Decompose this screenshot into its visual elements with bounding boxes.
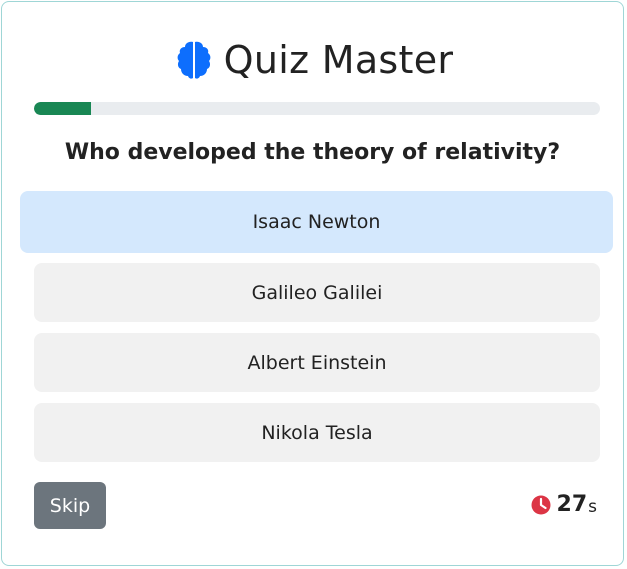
timer: 27 s [531, 492, 597, 517]
answer-label: Galileo Galilei [251, 281, 383, 304]
answer-label: Albert Einstein [247, 351, 387, 374]
clock-icon [531, 495, 551, 514]
answer-option-2[interactable]: Galileo Galilei [34, 263, 600, 322]
app-title: Quiz Master [223, 38, 454, 82]
timer-unit: s [588, 496, 597, 517]
answer-option-1[interactable]: Isaac Newton [20, 191, 613, 253]
progress-fill [34, 102, 91, 115]
quiz-card: Quiz Master Who developed the theory of … [1, 1, 624, 566]
answer-label: Nikola Tesla [261, 421, 373, 444]
question-text: Who developed the theory of relativity? [64, 140, 561, 165]
answer-option-4[interactable]: Nikola Tesla [34, 403, 600, 462]
answer-label: Isaac Newton [252, 211, 381, 233]
timer-value: 27 [556, 492, 588, 517]
brain-icon [177, 41, 211, 79]
skip-button[interactable]: Skip [34, 482, 106, 529]
answer-option-3[interactable]: Albert Einstein [34, 333, 600, 392]
quiz-header: Quiz Master [2, 32, 623, 88]
progress-bar [34, 102, 600, 115]
